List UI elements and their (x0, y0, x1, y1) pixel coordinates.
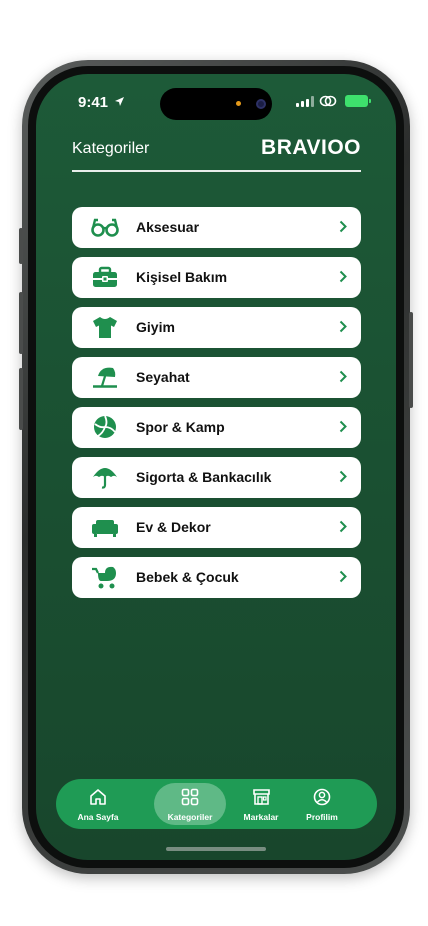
category-label: Bebek & Çocuk (136, 569, 239, 585)
chevron-right-icon (339, 320, 347, 333)
category-item-ev-dekor[interactable]: Ev & Dekor (72, 507, 361, 548)
category-label: Sigorta & Bankacılık (136, 469, 272, 485)
category-list: Aksesuar Kişisel Bakım Giyim Seyahat Spo… (72, 207, 361, 607)
tab-markalar[interactable]: Markalar (234, 779, 288, 829)
grid-icon (181, 788, 199, 806)
chevron-right-icon (339, 420, 347, 433)
category-item-aksesuar[interactable]: Aksesuar (72, 207, 361, 248)
home-indicator (166, 847, 266, 851)
category-item-spor-kamp[interactable]: Spor & Kamp (72, 407, 361, 448)
tab-label: Ana Sayfa (77, 812, 119, 822)
tab-profilim[interactable]: Profilim (294, 779, 350, 829)
category-label: Aksesuar (136, 219, 200, 235)
chevron-right-icon (339, 220, 347, 233)
link-icon (319, 95, 337, 107)
sofa-icon (92, 520, 118, 537)
tab-ana-sayfa[interactable]: Ana Sayfa (64, 779, 132, 829)
umbrella-icon (93, 468, 117, 489)
category-label: Kişisel Bakım (136, 269, 228, 285)
toolbox-icon (93, 266, 117, 287)
beach-umbrella-icon (93, 367, 117, 388)
tab-kategoriler[interactable]: Kategoriler (154, 783, 226, 825)
volume-up-button (19, 292, 23, 354)
mute-switch (19, 228, 23, 264)
user-icon (313, 788, 331, 806)
status-time: 9:41 (78, 94, 109, 111)
chevron-right-icon (339, 370, 347, 383)
camera-icon (256, 99, 266, 109)
chevron-right-icon (339, 520, 347, 533)
header-divider (72, 170, 361, 172)
dynamic-island (160, 88, 272, 120)
category-item-giyim[interactable]: Giyim (72, 307, 361, 348)
category-label: Seyahat (136, 369, 190, 385)
power-button (409, 312, 413, 408)
page-title: Kategoriler (72, 140, 150, 157)
screen: 9:41 Kategoriler BRAVIOO Aksesuar Kişise… (36, 74, 396, 860)
volume-down-button (19, 368, 23, 430)
category-item-sigorta-bankacilik[interactable]: Sigorta & Bankacılık (72, 457, 361, 498)
chevron-right-icon (339, 470, 347, 483)
tab-label: Markalar (243, 812, 279, 822)
stroller-icon (92, 566, 116, 589)
category-item-bebek-cocuk[interactable]: Bebek & Çocuk (72, 557, 361, 598)
category-label: Spor & Kamp (136, 419, 225, 435)
category-label: Ev & Dekor (136, 519, 211, 535)
glasses-icon (91, 218, 119, 237)
privacy-indicator (236, 101, 241, 106)
category-item-seyahat[interactable]: Seyahat (72, 357, 361, 398)
category-item-kisisel-bakim[interactable]: Kişisel Bakım (72, 257, 361, 298)
tshirt-icon (93, 317, 117, 338)
location-arrow-icon (115, 97, 124, 106)
signal-icon (296, 96, 314, 107)
category-label: Giyim (136, 319, 175, 335)
tab-label: Kategoriler (167, 812, 213, 822)
chevron-right-icon (339, 270, 347, 283)
brand-logo: BRAVIOO (261, 136, 361, 159)
store-icon (253, 789, 270, 805)
home-icon (90, 789, 106, 805)
bottom-tab-bar: Ana Sayfa Kategoriler Markalar Profilim (56, 779, 377, 829)
chevron-right-icon (339, 570, 347, 583)
tab-label: Profilim (306, 812, 338, 822)
battery-icon (345, 95, 371, 107)
volleyball-icon (94, 415, 116, 438)
